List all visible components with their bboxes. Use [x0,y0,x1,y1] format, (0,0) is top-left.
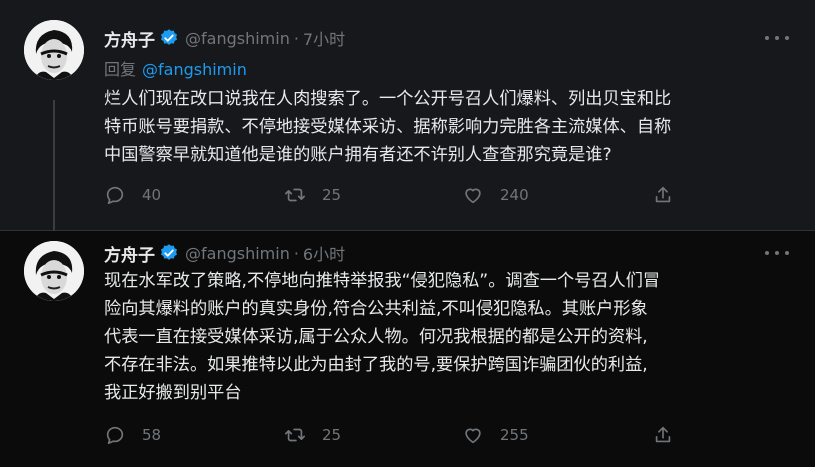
retweet-icon [285,428,305,442]
action-bar: 40 25 240 [104,183,684,207]
heart-icon [465,188,481,204]
verified-badge-icon [161,244,177,260]
reply-icon [106,426,124,445]
retweet-count: 25 [322,426,342,444]
heart-icon [465,428,481,444]
like-button[interactable]: 240 [462,183,529,207]
tweet-header: 方舟子 @fangshimin · 6小时 [104,241,345,266]
share-icon [655,426,671,443]
thread-connector-line [53,100,55,236]
avatar-portrait-icon [24,241,84,301]
author-name[interactable]: 方舟子 [104,26,155,51]
reply-icon [106,186,124,205]
reply-button[interactable]: 58 [104,423,161,447]
retweet-button[interactable]: 25 [284,183,341,207]
verified-badge-icon [161,29,177,45]
retweet-button[interactable]: 25 [284,423,341,447]
reply-count: 40 [142,186,162,204]
reply-button[interactable]: 40 [104,183,161,207]
timestamp[interactable]: 7小时 [303,26,345,50]
separator-dot: · [293,28,299,48]
author-name[interactable]: 方舟子 [104,241,155,266]
share-button[interactable] [652,183,690,207]
action-bar: 58 25 255 [104,423,684,447]
avatar-portrait-icon [24,20,84,80]
avatar[interactable] [24,20,84,80]
tweet-2[interactable]: 方舟子 @fangshimin · 6小时 现在水军改了策略,不停地向推特举报我… [0,231,815,467]
share-button[interactable] [652,423,690,447]
like-count: 255 [500,426,529,444]
like-button[interactable]: 255 [462,423,529,447]
reply-handle-link[interactable]: @fangshimin [142,60,247,79]
reply-count: 58 [142,426,162,444]
reply-context: 回复 @fangshimin [104,56,247,80]
text-line: 不存在非法。如果推特以此为由封了我的号,要保护跨国诈骗团伙的利益, [104,355,648,375]
more-icon[interactable] [765,28,789,48]
avatar[interactable] [24,241,84,301]
text-line: 烂人们现在改口说我在人肉搜索了。一个公开号召人们爆料、列出贝宝和比 [104,89,672,109]
author-handle[interactable]: @fangshimin [185,244,290,263]
retweet-icon [285,188,305,202]
text-line: 现在水军改了策略,不停地向推特举报我“侵犯隐私”。调查一个号召人们冒 [104,271,661,291]
text-line: 中国警察早就知道他是谁的账户拥有者还不许别人查查那究竟是谁? [104,145,612,165]
like-count: 240 [500,186,529,204]
tweet-text: 烂人们现在改口说我在人肉搜索了。一个公开号召人们爆料、列出贝宝和比 特币账号要捐… [104,85,789,169]
timestamp[interactable]: 6小时 [303,241,345,265]
text-line: 险向其爆料的账户的真实身份,符合公共利益,不叫侵犯隐私。其账户形象 [104,299,648,319]
text-line: 代表一直在接受媒体采访,属于公众人物。何况我根据的都是公开的资料, [104,327,648,347]
separator-dot: · [293,243,299,263]
retweet-count: 25 [322,186,342,204]
text-line: 特币账号要捐款、不停地接受媒体采访、据称影响力完胜各主流媒体、自称 [104,117,672,137]
tweet-header: 方舟子 @fangshimin · 7小时 [104,26,345,51]
tweet-text: 现在水军改了策略,不停地向推特举报我“侵犯隐私”。调查一个号召人们冒 险向其爆料… [104,267,789,407]
share-icon [655,186,671,203]
reply-label: 回复 [104,60,137,79]
more-icon[interactable] [765,243,789,263]
tweet-1[interactable]: 方舟子 @fangshimin · 7小时 回复 @fangshimin 烂人们现… [0,0,815,236]
author-handle[interactable]: @fangshimin [185,29,290,48]
text-line: 我正好搬到别平台 [104,383,242,403]
